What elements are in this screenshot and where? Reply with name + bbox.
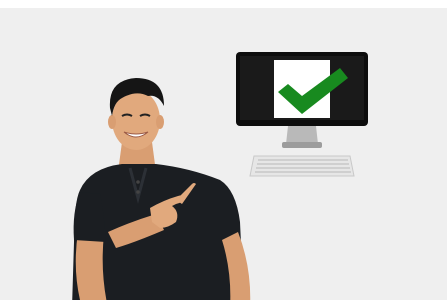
desktop-computer-checkmark xyxy=(236,52,368,177)
smiling-man-pointing xyxy=(72,78,251,300)
photo-scene xyxy=(0,8,447,300)
